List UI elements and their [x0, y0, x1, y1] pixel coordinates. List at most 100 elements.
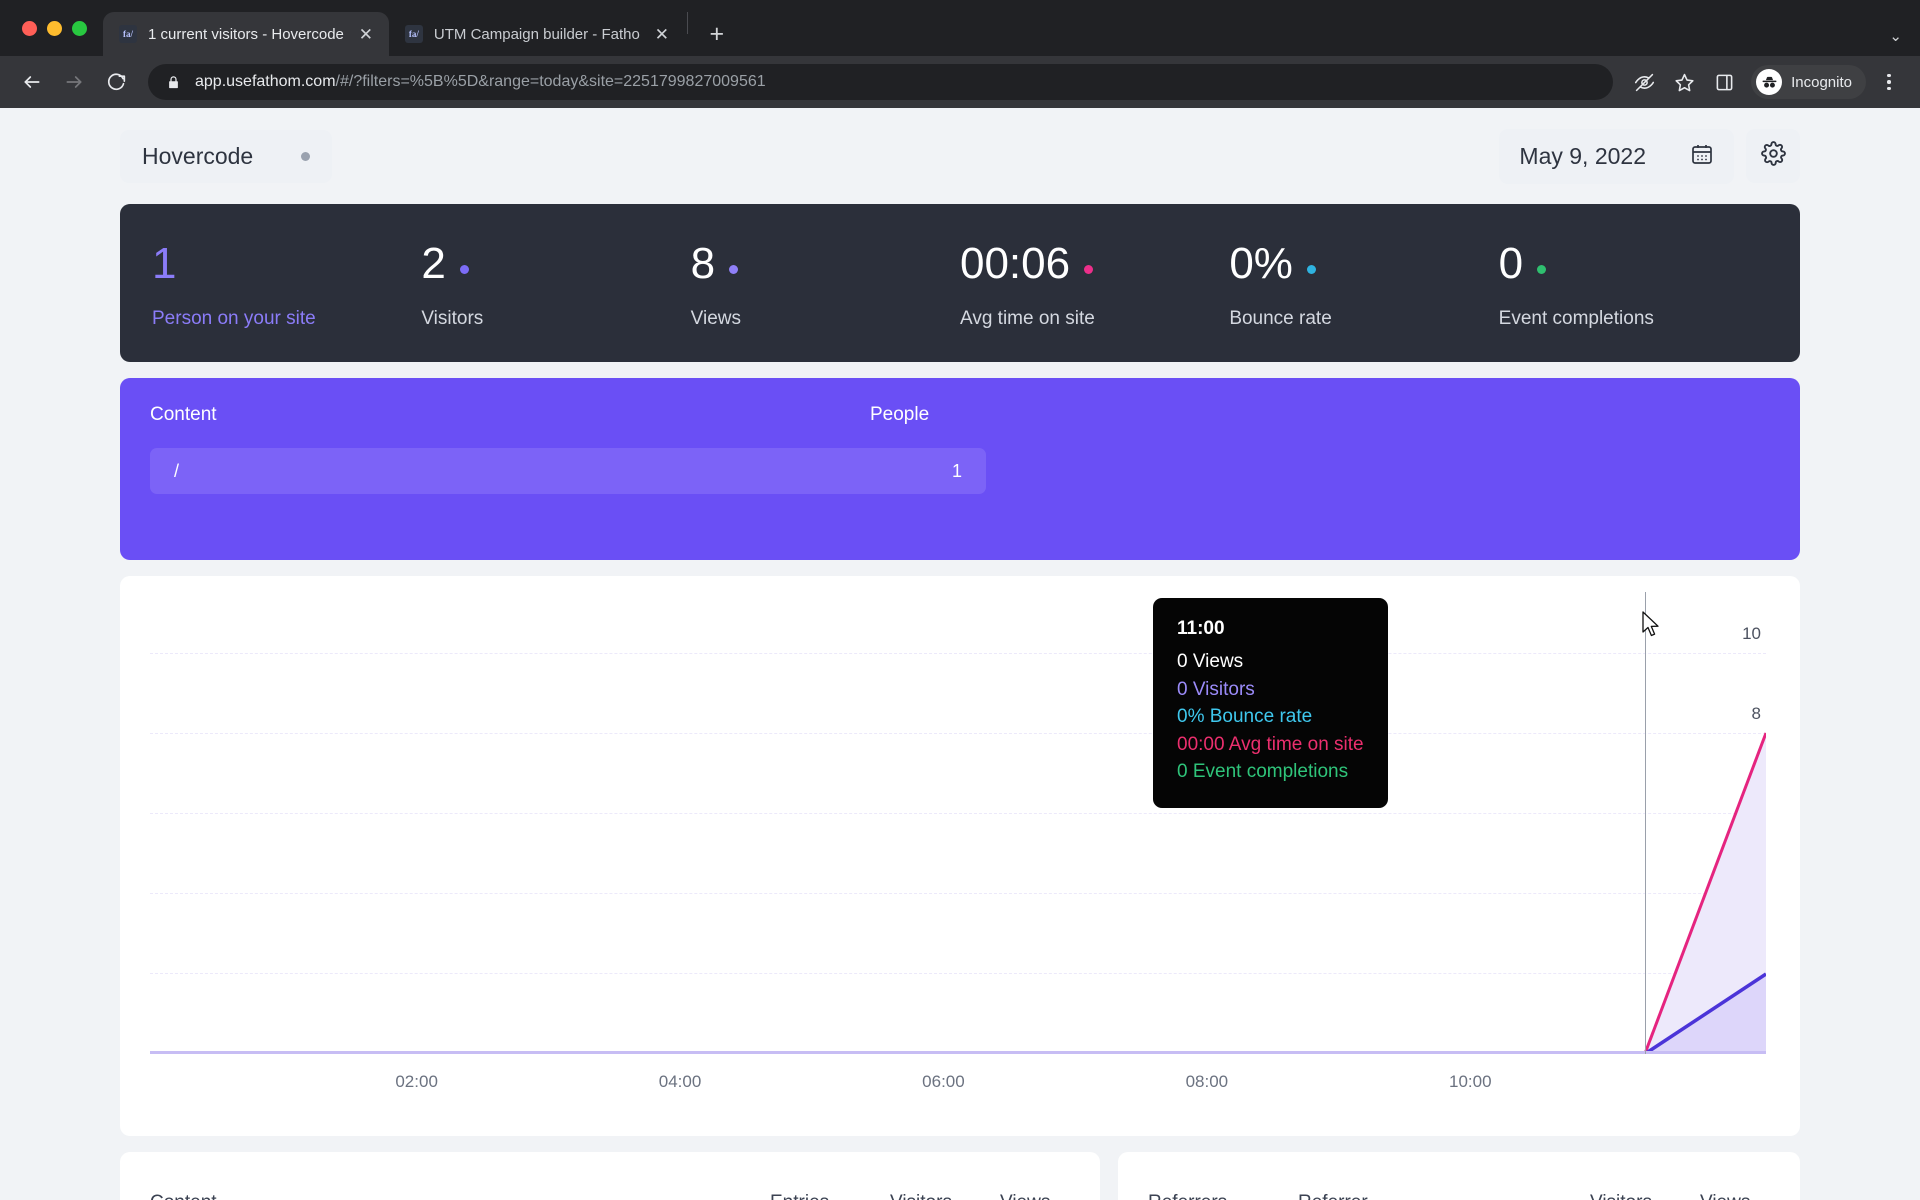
referrers-table-card[interactable]: Referrers Referrer Visitors Views — [1118, 1152, 1800, 1200]
maximize-window-button[interactable] — [72, 20, 87, 36]
stat-avg-time-on-site[interactable]: 00:06 Avg time on site — [960, 236, 1229, 330]
avg-time-series-dot-icon — [1084, 264, 1094, 274]
stat-value: 0% — [1229, 239, 1293, 288]
url-text: app.usefathom.com/#/?filters=%5B%5D&rang… — [195, 73, 766, 91]
stat-current-visitors[interactable]: 1 Person on your site — [152, 236, 421, 330]
content-table-card[interactable]: Content Entries Visitors Views — [120, 1152, 1100, 1200]
tooltip-time: 11:00 — [1177, 618, 1225, 639]
live-table-row[interactable]: / 1 — [150, 448, 986, 494]
reload-icon[interactable] — [98, 64, 134, 100]
x-axis-tick: 06:00 — [922, 1072, 965, 1091]
close-icon[interactable]: ✕ — [651, 23, 673, 45]
column-header-visitors: Visitors — [890, 1192, 1000, 1200]
settings-button[interactable] — [1746, 129, 1800, 183]
fathom-favicon-icon: fa/ — [119, 25, 137, 43]
bounce-rate-series-dot-icon — [1306, 264, 1316, 274]
date-range-picker[interactable]: May 9, 2022 — [1499, 128, 1734, 184]
x-axis-tick: 10:00 — [1448, 1072, 1492, 1091]
stat-value: 1 — [152, 239, 177, 288]
tab-divider — [686, 12, 688, 34]
stat-value-row: 0 — [1499, 236, 1768, 292]
close-window-button[interactable] — [22, 20, 37, 36]
profile-label: Incognito — [1791, 73, 1852, 91]
traffic-chart-card[interactable]: 2 4 6 8 10 02:00 04:00 06:00 08:00 1 — [120, 576, 1800, 1136]
column-header-referrers: Referrers — [1148, 1192, 1298, 1200]
tooltip-views: 0 Views — [1177, 651, 1244, 672]
fathom-favicon-icon: fa/ — [404, 25, 423, 43]
window-controls — [18, 0, 103, 56]
column-header-content: Content — [150, 404, 217, 425]
tooltip-event-completions: 0 Event completions — [1177, 761, 1349, 783]
url-path: /#/?filters=%5B%5D&range=today&site=2251… — [335, 73, 766, 90]
header-actions: May 9, 2022 — [1499, 128, 1800, 184]
stat-label: Visitors — [421, 308, 484, 329]
eye-off-icon[interactable] — [1627, 65, 1661, 99]
lock-icon — [164, 65, 182, 99]
browser-window: fa/ 1 current visitors - Hovercode ✕ fa/… — [0, 0, 1920, 1200]
stat-visitors[interactable]: 2 Visitors — [421, 236, 690, 330]
stat-label: Event completions — [1498, 308, 1654, 329]
browser-tab-2[interactable]: fa/ UTM Campaign builder - Fatho ✕ — [389, 12, 685, 56]
site-name: Hovercode — [142, 142, 254, 169]
stat-label: Person on your site — [152, 308, 316, 329]
tooltip-avg-time: 00:00 Avg time on site — [1177, 733, 1364, 755]
kebab-menu-icon[interactable] — [1872, 65, 1906, 99]
column-header-referrer: Referrer — [1298, 1192, 1590, 1200]
tab-title: 1 current visitors - Hovercode — [148, 25, 344, 43]
incognito-profile-button[interactable]: Incognito — [1751, 65, 1866, 99]
minimize-window-button[interactable] — [47, 20, 62, 36]
chart-plot-area: 2 4 6 8 10 02:00 04:00 06:00 08:00 1 — [150, 592, 1768, 1091]
dashboard-header: Hovercode May 9, 2022 — [120, 108, 1800, 204]
close-icon[interactable]: ✕ — [355, 23, 377, 45]
column-header-entries: Entries — [770, 1192, 890, 1200]
side-panel-icon[interactable] — [1707, 65, 1741, 99]
chevron-down-icon[interactable]: ⌄ — [1889, 27, 1902, 45]
row-people-count: 1 — [951, 460, 962, 481]
stat-bounce-rate[interactable]: 0% Bounce rate — [1229, 236, 1498, 330]
browser-toolbar: app.usefathom.com/#/?filters=%5B%5D&rang… — [0, 56, 1920, 108]
stat-value: 2 — [421, 239, 446, 288]
stat-value: 0 — [1498, 239, 1524, 288]
chart-hover-line — [1644, 592, 1647, 1054]
row-content-path: / — [174, 460, 180, 481]
site-status-dot-icon — [301, 151, 311, 161]
column-header-views: Views — [1000, 1192, 1070, 1200]
tab-strip: fa/ 1 current visitors - Hovercode ✕ fa/… — [0, 0, 1920, 56]
forward-arrow-icon[interactable] — [56, 64, 92, 100]
stat-label: Avg time on site — [959, 308, 1095, 329]
chart-baseline — [150, 1051, 1766, 1054]
stat-views[interactable]: 8 Views — [691, 236, 960, 330]
visitors-series-dot-icon — [459, 264, 469, 274]
stat-value-row: 0% — [1229, 236, 1498, 292]
incognito-avatar-icon — [1756, 69, 1783, 95]
fathom-dashboard: Hovercode May 9, 2022 1 Person on your s… — [0, 108, 1920, 1200]
back-arrow-icon[interactable] — [14, 64, 50, 100]
chart-series-svg — [150, 614, 1766, 1054]
column-header-visitors: Visitors — [1590, 1192, 1700, 1200]
stat-value-row: 00:06 — [960, 236, 1229, 292]
live-content-panel: Content People / 1 — [120, 378, 1800, 560]
stat-value-row: 8 — [691, 236, 960, 292]
stat-value-row: 2 — [421, 236, 690, 292]
tooltip-visitors: 0 Visitors — [1177, 678, 1255, 700]
column-header-views: Views — [1700, 1192, 1770, 1200]
url-domain: app.usefathom.com — [195, 73, 336, 90]
date-label: May 9, 2022 — [1519, 142, 1646, 169]
referrers-table-header: Referrers Referrer Visitors Views — [1148, 1192, 1770, 1200]
stat-event-completions[interactable]: 0 Event completions — [1499, 236, 1768, 330]
gear-icon — [1760, 141, 1786, 171]
bottom-cards-row: Content Entries Visitors Views Referrers… — [120, 1152, 1800, 1200]
stat-value: 00:06 — [959, 239, 1071, 288]
events-series-dot-icon — [1537, 264, 1547, 274]
stat-label: Bounce rate — [1229, 308, 1332, 329]
browser-tab-1[interactable]: fa/ 1 current visitors - Hovercode ✕ — [103, 12, 389, 56]
new-tab-button[interactable]: + — [700, 17, 734, 51]
tooltip-bounce-rate: 0% Bounce rate — [1177, 706, 1313, 728]
tab-title: UTM Campaign builder - Fatho — [433, 25, 640, 43]
site-selector[interactable]: Hovercode — [120, 129, 333, 183]
chart-hover-tooltip: 11:00 0 Views 0 Visitors 0% Bounce rate … — [1153, 598, 1388, 808]
calendar-icon — [1690, 142, 1714, 171]
bookmark-star-icon[interactable] — [1667, 65, 1701, 99]
address-bar[interactable]: app.usefathom.com/#/?filters=%5B%5D&rang… — [148, 64, 1614, 100]
stats-summary-bar: 1 Person on your site 2 Visitors 8 Views — [120, 204, 1800, 362]
